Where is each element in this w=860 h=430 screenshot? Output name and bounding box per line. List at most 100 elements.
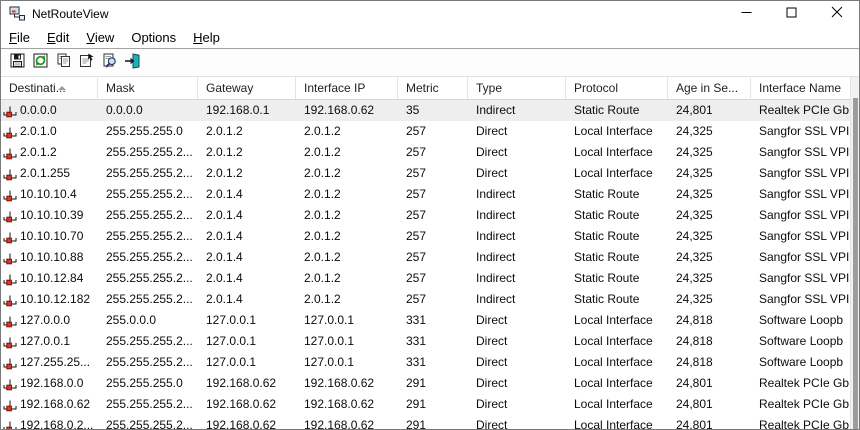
- cell-mask: 255.255.255.2...: [98, 247, 198, 268]
- cell-text: 2.0.1.255: [20, 163, 70, 184]
- routes-list-view: Destinati... Mask GatewayInterface IPMetri…: [1, 77, 859, 429]
- column-header-destinati[interactable]: Destinati...: [1, 77, 98, 99]
- route-icon: [3, 398, 17, 412]
- properties-button[interactable]: [75, 51, 97, 75]
- cell-destination: 10.10.10.70: [1, 226, 98, 247]
- menu-item-mnemonic: F: [9, 30, 17, 45]
- table-row[interactable]: 10.10.10.39255.255.255.2...2.0.1.42.0.1.…: [1, 205, 859, 226]
- table-row[interactable]: 10.10.10.4255.255.255.2...2.0.1.42.0.1.2…: [1, 184, 859, 205]
- find-icon: [101, 52, 118, 74]
- cell-metric: 257: [398, 205, 468, 226]
- cell-protocol: Static Route: [566, 184, 668, 205]
- column-header-label: Mask: [106, 81, 135, 95]
- menu-item-options[interactable]: Options: [125, 28, 182, 47]
- cell-mask: 255.255.255.0: [98, 121, 198, 142]
- table-row[interactable]: 10.10.12.84255.255.255.2...2.0.1.42.0.1.…: [1, 268, 859, 289]
- table-row[interactable]: 10.10.10.70255.255.255.2...2.0.1.42.0.1.…: [1, 226, 859, 247]
- table-row[interactable]: 192.168.0.62255.255.255.2...192.168.0.62…: [1, 394, 859, 415]
- table-row[interactable]: 2.0.1.2255.255.255.2...2.0.1.22.0.1.2257…: [1, 142, 859, 163]
- cell-interface_name: Sangfor SSL VPI: [751, 226, 859, 247]
- cell-metric: 331: [398, 352, 468, 373]
- cell-interface_name: Software Loopb: [751, 331, 859, 352]
- copy-icon: [55, 52, 72, 74]
- cell-type: Direct: [468, 310, 566, 331]
- column-header-mask[interactable]: Mask: [98, 77, 198, 99]
- cell-mask: 0.0.0.0: [98, 100, 198, 121]
- cell-interface_name: Sangfor SSL VPI: [751, 163, 859, 184]
- column-header-protocol[interactable]: Protocol: [566, 77, 668, 99]
- cell-interface_name: Realtek PCIe Gb: [751, 100, 859, 121]
- cell-type: Direct: [468, 394, 566, 415]
- cell-metric: 291: [398, 415, 468, 429]
- cell-metric: 257: [398, 247, 468, 268]
- exit-button[interactable]: [121, 51, 143, 75]
- cell-interface_ip: 2.0.1.2: [296, 184, 398, 205]
- maximize-icon: [786, 5, 797, 23]
- cell-type: Indirect: [468, 247, 566, 268]
- cell-interface_ip: 2.0.1.2: [296, 205, 398, 226]
- cell-gateway: 127.0.0.1: [198, 310, 296, 331]
- cell-destination: 192.168.0.2...: [1, 415, 98, 429]
- table-row[interactable]: 10.10.12.182255.255.255.2...2.0.1.42.0.1…: [1, 289, 859, 310]
- cell-gateway: 2.0.1.4: [198, 205, 296, 226]
- menu-item-edit[interactable]: Edit: [41, 28, 75, 47]
- cell-mask: 255.255.255.2...: [98, 415, 198, 429]
- menu-item-mnemonic: E: [47, 30, 56, 45]
- menu-item-view[interactable]: View: [80, 28, 120, 47]
- cell-protocol: Static Route: [566, 289, 668, 310]
- save-button[interactable]: [6, 51, 28, 75]
- column-header-age-in-se[interactable]: Age in Se...: [668, 77, 751, 99]
- cell-interface_name: Sangfor SSL VPI: [751, 184, 859, 205]
- cell-mask: 255.255.255.2...: [98, 331, 198, 352]
- cell-protocol: Local Interface: [566, 142, 668, 163]
- cell-text: 10.10.10.70: [20, 226, 83, 247]
- cell-type: Indirect: [468, 184, 566, 205]
- table-row[interactable]: 127.255.25...255.255.255.2...127.0.0.112…: [1, 352, 859, 373]
- table-row[interactable]: 127.0.0.1255.255.255.2...127.0.0.1127.0.…: [1, 331, 859, 352]
- table-row[interactable]: 10.10.10.88255.255.255.2...2.0.1.42.0.1.…: [1, 247, 859, 268]
- cell-mask: 255.255.255.2...: [98, 352, 198, 373]
- cell-interface_ip: 192.168.0.62: [296, 373, 398, 394]
- cell-interface_ip: 2.0.1.2: [296, 226, 398, 247]
- cell-interface_ip: 192.168.0.62: [296, 415, 398, 429]
- column-header-label: Type: [476, 81, 502, 95]
- cell-interface_ip: 2.0.1.2: [296, 163, 398, 184]
- scrollbar-thumb[interactable]: [853, 98, 858, 429]
- cell-mask: 255.255.255.2...: [98, 289, 198, 310]
- cell-gateway: 2.0.1.2: [198, 142, 296, 163]
- find-button[interactable]: [98, 51, 120, 75]
- menu-item-help[interactable]: Help: [187, 28, 226, 47]
- table-row[interactable]: 2.0.1.255255.255.255.2...2.0.1.22.0.1.22…: [1, 163, 859, 184]
- table-row[interactable]: 2.0.1.0255.255.255.02.0.1.22.0.1.2257Dir…: [1, 121, 859, 142]
- cell-mask: 255.255.255.2...: [98, 163, 198, 184]
- column-header-gateway[interactable]: Gateway: [198, 77, 296, 99]
- cell-protocol: Static Route: [566, 268, 668, 289]
- table-row[interactable]: 127.0.0.0255.0.0.0127.0.0.1127.0.0.1331D…: [1, 310, 859, 331]
- column-header-metric[interactable]: Metric: [398, 77, 468, 99]
- table-row[interactable]: 192.168.0.2...255.255.255.2... 192.168.0.…: [1, 415, 859, 429]
- cell-gateway: 2.0.1.4: [198, 184, 296, 205]
- vertical-scrollbar[interactable]: [850, 77, 859, 429]
- cell-protocol: Local Interface: [566, 352, 668, 373]
- cell-destination: 2.0.1.2: [1, 142, 98, 163]
- cell-gateway: 192.168.0.1: [198, 100, 296, 121]
- minimize-button[interactable]: [724, 1, 769, 27]
- refresh-button[interactable]: [29, 51, 51, 75]
- cell-interface_ip: 2.0.1.2: [296, 247, 398, 268]
- maximize-button[interactable]: [769, 1, 814, 27]
- toolbar: [1, 49, 859, 77]
- route-icon: [3, 377, 17, 391]
- column-header-interface-name[interactable]: Interface Name: [751, 77, 860, 99]
- cell-mask: 255.255.255.2...: [98, 394, 198, 415]
- cell-interface_ip: 127.0.0.1: [296, 352, 398, 373]
- table-row[interactable]: 0.0.0.00.0.0.0192.168.0.1192.168.0.6235I…: [1, 100, 859, 121]
- table-row[interactable]: 192.168.0.0255.255.255.0192.168.0.62192.…: [1, 373, 859, 394]
- cell-type: Direct: [468, 142, 566, 163]
- column-header-type[interactable]: Type: [468, 77, 566, 99]
- menu-item-file[interactable]: File: [3, 28, 36, 47]
- close-button[interactable]: [814, 1, 859, 27]
- cell-age_in_seconds: 24,325: [668, 289, 751, 310]
- column-header-interface-ip[interactable]: Interface IP: [296, 77, 398, 99]
- route-icon: [3, 104, 17, 118]
- copy-button[interactable]: [52, 51, 74, 75]
